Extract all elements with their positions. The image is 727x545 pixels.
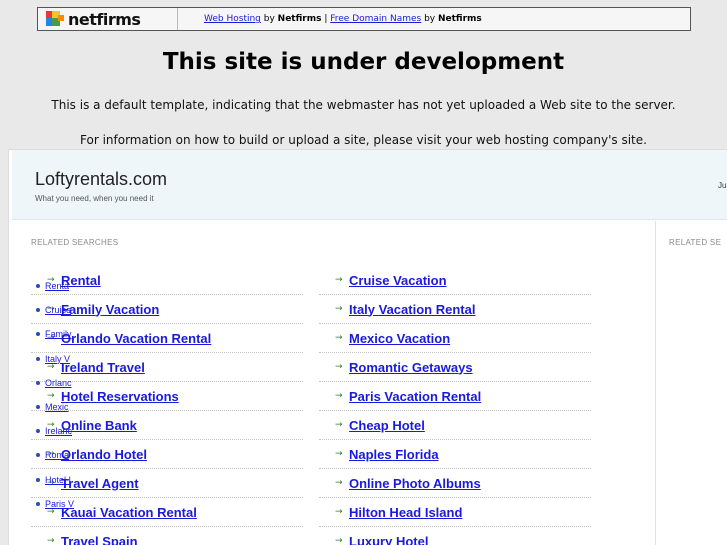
related-searches-right-list: → Cruise Vacation → Italy Vacation Rental … [319,266,591,545]
sidebar-search-link[interactable]: Roma [45,450,69,460]
related-search-link[interactable]: Kauai Vacation Rental [61,505,197,520]
sidebar-search-link[interactable]: Hotel I [45,475,71,485]
sidebar-search-link[interactable]: Irelanc [45,426,72,436]
list-item: → Paris Vacation Rental [319,382,591,411]
list-item: → Mexico Vacation [319,324,591,353]
page-title: This site is under development [162,49,565,75]
site-tagline: What you need, when you need it [35,194,154,203]
arrow-right-icon: → [335,478,343,488]
list-item: Orlanc [36,371,74,395]
arrow-right-icon: → [335,507,343,517]
related-searches-label: RELATED SEARCHES [31,238,119,247]
list-item: Roma [36,443,74,467]
related-search-link[interactable]: Travel Spain [61,534,138,545]
related-search-link[interactable]: Online Photo Albums [349,476,481,491]
site-name[interactable]: Loftyrentals.com [35,169,167,190]
related-search-link[interactable]: Naples Florida [349,447,439,462]
arrow-right-icon: → [335,304,343,314]
free-domain-names-link[interactable]: Free Domain Names [330,14,421,24]
web-hosting-link[interactable]: Web Hosting [204,14,261,24]
arrow-right-icon: → [335,362,343,372]
bullet-icon [36,477,40,482]
arrow-right-icon: → [47,536,55,545]
related-search-link[interactable]: Paris Vacation Rental [349,389,481,404]
related-search-link[interactable]: Cruise Vacation [349,273,447,288]
by-text: by [421,14,438,24]
bullet-icon [36,501,40,506]
notice-line-2: For information on how to build or uploa… [80,133,647,147]
list-item: → Italy Vacation Rental [319,295,591,324]
related-search-link[interactable]: Hilton Head Island [349,505,462,520]
list-item: Irelanc [36,419,74,443]
bullet-icon [36,332,40,337]
netfirms-brand: Netfirms [437,14,482,24]
bullet-icon [36,380,40,385]
list-item: Renta [36,274,74,298]
netfirms-banner: netfirms Web Hosting by Netfirms | Free … [37,7,691,31]
by-text: by [260,14,278,24]
list-item: Hotel I [36,468,74,492]
list-item: → Luxury Hotel [319,527,591,545]
list-item: Italy V [36,347,74,371]
bullet-icon [36,308,40,313]
list-item: Cruise [36,298,74,322]
sidebar-related-list: Renta Cruise Family Italy V Orlanc Mexic… [36,274,74,516]
arrow-right-icon: → [335,391,343,401]
arrow-right-icon: → [335,536,343,545]
list-item: → Travel Spain [31,527,303,545]
arrow-right-icon: → [335,333,343,343]
sidebar-search-link[interactable]: Paris V [45,499,74,509]
related-search-link[interactable]: Luxury Hotel [349,534,428,545]
list-item: → Cruise Vacation [319,266,591,295]
notice-line-1: This is a default template, indicating t… [51,98,676,112]
bullet-icon [36,405,40,410]
netfirms-logo-text: netfirms [68,9,141,29]
list-item: → Hilton Head Island [319,498,591,527]
sidebar-related-searches-label: RELATED SE [669,238,722,247]
sidebar-search-link[interactable]: Cruise [45,305,71,315]
arrow-right-icon: → [335,275,343,285]
parked-page-frame: Loftyrentals.com What you need, when you… [8,149,727,545]
list-item: → Cheap Hotel [319,411,591,440]
bullet-icon [36,429,40,434]
side-column [657,221,727,545]
list-item: → Naples Florida [319,440,591,469]
sidebar-search-link[interactable]: Italy V [45,354,70,364]
arrow-right-icon: → [335,449,343,459]
list-item: Mexic [36,395,74,419]
header-right-text: Ju [718,181,727,190]
sidebar-search-link[interactable]: Family [45,329,72,339]
bullet-icon [36,356,40,361]
netfirms-logo-mark-icon [46,11,66,27]
list-item: → Romantic Getaways [319,353,591,382]
related-search-link[interactable]: Hotel Reservations [61,389,179,404]
bullet-icon [36,453,40,458]
sidebar-search-link[interactable]: Mexic [45,402,69,412]
list-item: Paris V [36,492,74,516]
related-search-link[interactable]: Family Vacation [61,302,159,317]
site-header: Loftyrentals.com What you need, when you… [12,150,727,220]
netfirms-brand: Netfirms [277,14,322,24]
netfirms-links: Web Hosting by Netfirms | Free Domain Na… [178,14,482,24]
list-item: → Online Photo Albums [319,469,591,498]
related-search-link[interactable]: Mexico Vacation [349,331,450,346]
sidebar-search-link[interactable]: Renta [45,281,69,291]
related-search-link[interactable]: Orlando Vacation Rental [61,331,211,346]
netfirms-logo[interactable]: netfirms [38,8,178,30]
related-search-link[interactable]: Romantic Getaways [349,360,473,375]
list-item: Family [36,322,74,346]
arrow-right-icon: → [335,420,343,430]
sidebar-search-link[interactable]: Orlanc [45,378,72,388]
related-search-link[interactable]: Cheap Hotel [349,418,425,433]
bullet-icon [36,284,40,289]
link-separator: | [321,14,331,24]
related-search-link[interactable]: Italy Vacation Rental [349,302,475,317]
